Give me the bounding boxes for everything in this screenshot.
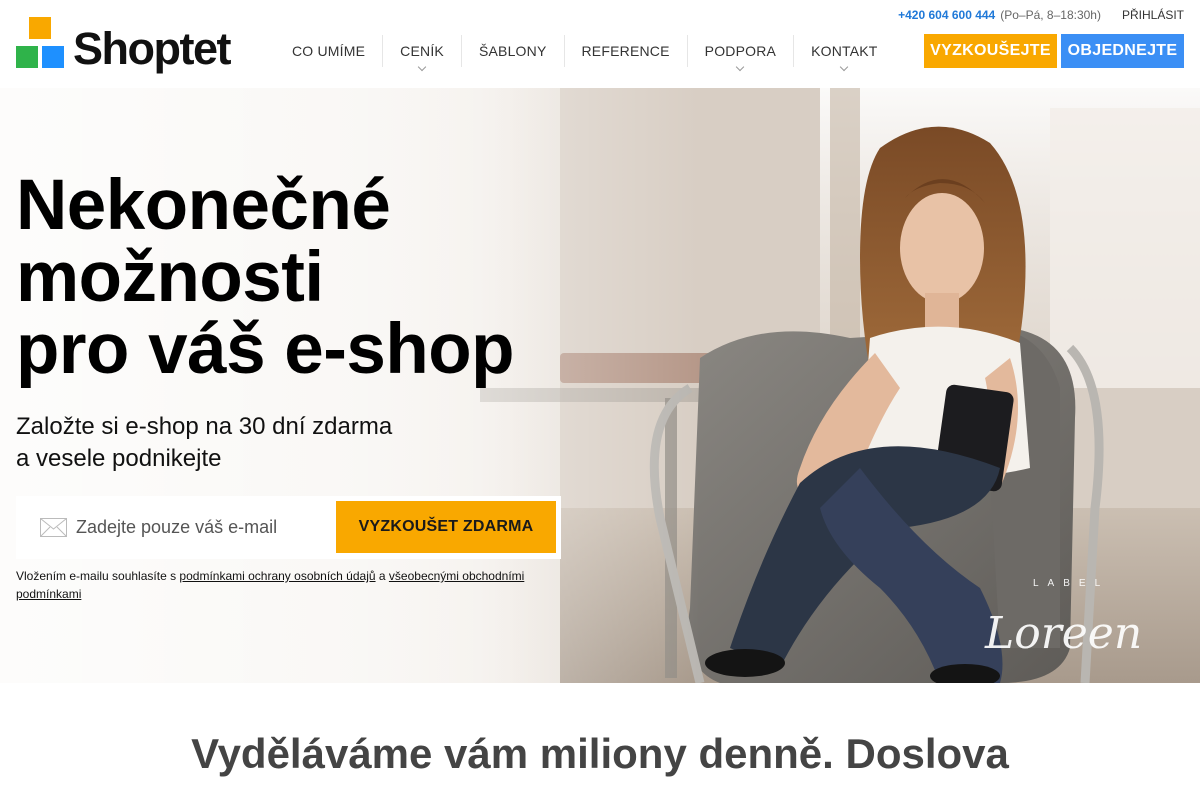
main-nav: CO UMÍME CENÍK ŠABLONY REFERENCE PODPORA…	[275, 35, 895, 72]
nav-item-kontakt[interactable]: KONTAKT	[793, 35, 894, 72]
site-header: Shoptet +420 604 600 444 (Po–Pá, 8–18:30…	[0, 0, 1200, 88]
hero-title-line: pro váš e-shop	[16, 310, 515, 389]
nav-item-label: CENÍK	[400, 43, 444, 59]
signup-form: VYZKOUŠET ZDARMA	[16, 496, 561, 559]
logo-square-yellow	[29, 17, 51, 39]
top-contact-bar: +420 604 600 444 (Po–Pá, 8–18:30h) PŘIHL…	[898, 7, 1184, 23]
logo-square-blue	[42, 46, 64, 68]
nav-item-podpora[interactable]: PODPORA	[686, 35, 793, 72]
hero-section: Loreen LABEL Nekonečné možnosti pro váš …	[0, 88, 1200, 683]
order-button[interactable]: OBJEDNEJTE	[1061, 34, 1184, 68]
phone-number[interactable]: +420 604 600 444	[898, 8, 995, 22]
consent-text: Vložením e-mailu souhlasíte s podmínkami…	[16, 567, 561, 603]
try-button[interactable]: VYZKOUŠEJTE	[924, 34, 1057, 68]
nav-item-co-umime[interactable]: CO UMÍME	[275, 35, 382, 67]
envelope-icon	[40, 518, 67, 537]
try-free-button[interactable]: VYZKOUŠET ZDARMA	[336, 501, 556, 553]
privacy-terms-link[interactable]: podmínkami ochrany osobních údajů	[179, 569, 375, 583]
consent-prefix: Vložením e-mailu souhlasíte s	[16, 569, 177, 583]
nav-item-reference[interactable]: REFERENCE	[563, 35, 687, 67]
nav-item-label: REFERENCE	[581, 43, 670, 59]
section-heading: Vyděláváme vám miliony denně. Doslova	[191, 730, 1009, 777]
support-hours: (Po–Pá, 8–18:30h)	[1000, 8, 1101, 22]
logo-wordmark: Shoptet	[73, 23, 231, 74]
hero-title-line: možnosti	[16, 238, 324, 317]
login-link[interactable]: PŘIHLÁSIT	[1122, 8, 1184, 22]
nav-item-label: KONTAKT	[811, 43, 878, 59]
nav-item-sablony[interactable]: ŠABLONY	[460, 35, 564, 67]
hero-title-line: Nekonečné	[16, 166, 391, 245]
hero-subtitle-line: a vesele podnikejte	[16, 445, 222, 472]
nav-item-label: PODPORA	[704, 43, 777, 59]
chevron-down-icon	[840, 62, 849, 72]
nav-item-cenik[interactable]: CENÍK	[382, 35, 461, 72]
hero-title: Nekonečné možnosti pro váš e-shop	[16, 170, 656, 386]
hero-subtitle-line: Založte si e-shop na 30 dní zdarma	[16, 413, 393, 440]
email-input[interactable]	[76, 508, 326, 546]
label-caption: LABEL	[1033, 578, 1109, 589]
hero-subtitle: Založte si e-shop na 30 dní zdarma a ves…	[16, 411, 516, 475]
shoptet-logo[interactable]: Shoptet	[16, 17, 231, 74]
consent-conjunction: a	[378, 569, 386, 583]
logo-square-green	[16, 46, 38, 68]
nav-item-label: CO UMÍME	[292, 43, 366, 59]
nav-item-label: ŠABLONY	[478, 43, 547, 59]
chevron-down-icon	[736, 62, 745, 72]
chevron-down-icon	[417, 62, 427, 72]
loreen-script: Loreen	[984, 608, 1142, 659]
